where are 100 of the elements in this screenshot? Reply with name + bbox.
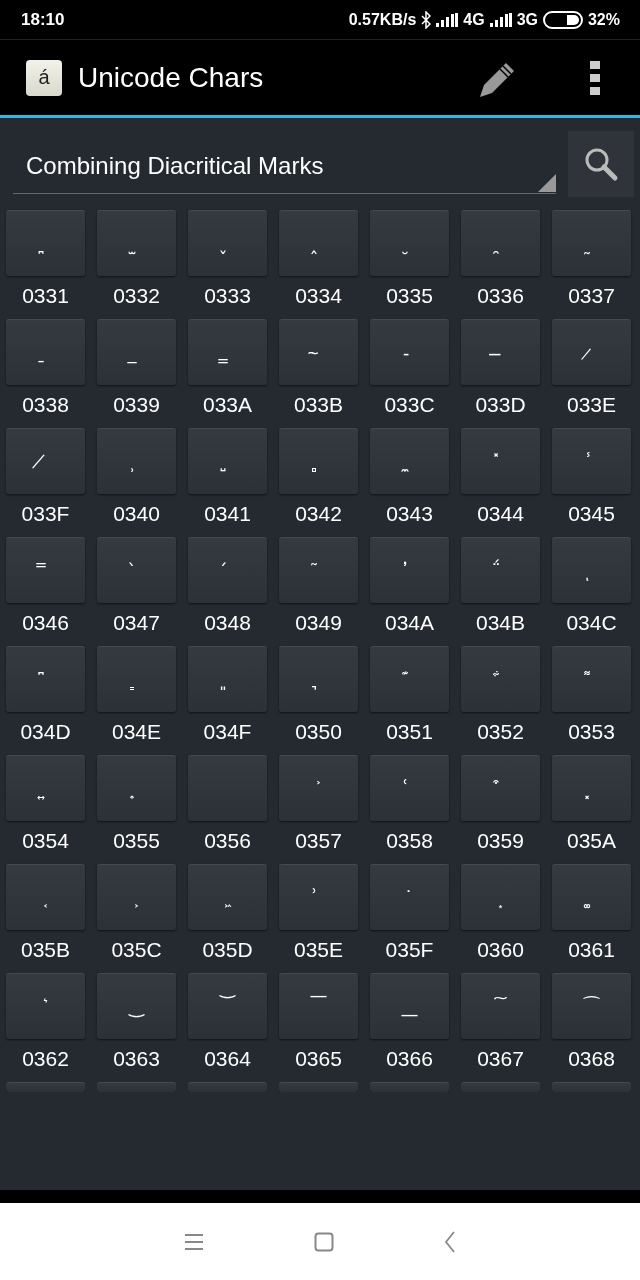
code-label: 0331 bbox=[22, 284, 69, 308]
character-key[interactable]: ͜ bbox=[97, 973, 176, 1039]
code-label: 0352 bbox=[477, 720, 524, 744]
character-key[interactable]: ͌ bbox=[552, 646, 631, 712]
character-key[interactable]: ̺ bbox=[188, 428, 267, 494]
code-label: 0368 bbox=[568, 1047, 615, 1071]
character-key[interactable]: ͍ bbox=[6, 755, 85, 821]
character-key[interactable] bbox=[97, 1082, 176, 1092]
character-key[interactable]: ͝ bbox=[188, 973, 267, 1039]
code-label: 034B bbox=[475, 611, 525, 635]
character-key[interactable] bbox=[6, 1082, 85, 1092]
back-icon[interactable] bbox=[444, 1230, 456, 1253]
more-icon[interactable] bbox=[590, 60, 600, 95]
character-key[interactable]: ̪ bbox=[6, 210, 85, 276]
character-key[interactable]: ̽ bbox=[461, 428, 540, 494]
code-label: 033F bbox=[21, 502, 70, 526]
character-key[interactable] bbox=[552, 1082, 631, 1092]
character-key[interactable]: ͈ bbox=[188, 646, 267, 712]
block-dropdown[interactable]: Combining Diacritical Marks bbox=[13, 138, 556, 194]
code-label: 0335 bbox=[386, 284, 433, 308]
character-key[interactable]: ͂ bbox=[279, 537, 358, 603]
character-key[interactable]: ̰ bbox=[552, 210, 631, 276]
code-label: 0360 bbox=[477, 938, 524, 962]
character-key[interactable]: ̾ bbox=[552, 428, 631, 494]
code-label: 033B bbox=[293, 393, 343, 417]
code-label: 035D bbox=[202, 938, 253, 962]
character-key[interactable]: ̿ bbox=[6, 537, 85, 603]
home-icon[interactable] bbox=[314, 1231, 334, 1252]
character-key[interactable] bbox=[279, 1082, 358, 1092]
code-label: 0367 bbox=[477, 1047, 524, 1071]
character-key[interactable]: ͕ bbox=[97, 864, 176, 930]
code-label: 0358 bbox=[386, 829, 433, 853]
character-key[interactable]: ͉ bbox=[279, 646, 358, 712]
character-key[interactable]: ͋ bbox=[461, 646, 540, 712]
code-label: 0354 bbox=[22, 829, 69, 853]
character-key[interactable] bbox=[461, 1082, 540, 1092]
menu-icon[interactable] bbox=[184, 1232, 204, 1251]
code-label: 0366 bbox=[386, 1047, 433, 1071]
character-key[interactable]: ̸ bbox=[6, 428, 85, 494]
character-key[interactable]: ͞ bbox=[279, 973, 358, 1039]
code-label: 0348 bbox=[204, 611, 251, 635]
character-key[interactable]: ͎ bbox=[97, 755, 176, 821]
character-key[interactable]: ̷ bbox=[552, 319, 631, 385]
character-key[interactable]: ̶ bbox=[461, 319, 540, 385]
character-key[interactable]: ̫ bbox=[97, 210, 176, 276]
character-key[interactable]: ̱ bbox=[6, 319, 85, 385]
character-key[interactable]: ́ bbox=[188, 537, 267, 603]
code-label: 0363 bbox=[113, 1047, 160, 1071]
character-key[interactable]: ̯ bbox=[461, 210, 540, 276]
character-key[interactable]: ͇ bbox=[97, 646, 176, 712]
signal-icon bbox=[436, 12, 459, 27]
search-button[interactable] bbox=[568, 131, 634, 197]
character-key[interactable]: ͛ bbox=[6, 973, 85, 1039]
character-key[interactable]: ͅ bbox=[552, 537, 631, 603]
code-label: 0347 bbox=[113, 611, 160, 635]
code-label: 035A bbox=[566, 829, 616, 853]
code-label: 0356 bbox=[204, 829, 251, 853]
character-key[interactable]: ͟ bbox=[370, 973, 449, 1039]
character-key[interactable]: ̲ bbox=[97, 319, 176, 385]
character-key[interactable]: ̈́ bbox=[461, 537, 540, 603]
code-label: 0342 bbox=[295, 502, 342, 526]
character-key[interactable]: ͓ bbox=[552, 755, 631, 821]
character-key[interactable]: ͘ bbox=[370, 864, 449, 930]
code-label: 033E bbox=[566, 393, 616, 417]
code-label: 0341 bbox=[204, 502, 251, 526]
character-key[interactable]: ̵ bbox=[370, 319, 449, 385]
character-key[interactable]: ͙ bbox=[461, 864, 540, 930]
character-key[interactable]: ̀ bbox=[97, 537, 176, 603]
code-label: 0336 bbox=[477, 284, 524, 308]
character-key[interactable] bbox=[370, 1082, 449, 1092]
character-key[interactable]: ̬ bbox=[188, 210, 267, 276]
character-key[interactable]: ̴ bbox=[279, 319, 358, 385]
character-key[interactable] bbox=[188, 755, 267, 821]
character-key[interactable]: ̼ bbox=[370, 428, 449, 494]
character-key[interactable]: ͆ bbox=[6, 646, 85, 712]
network-type: 3G bbox=[516, 10, 538, 29]
character-key[interactable]: ̻ bbox=[279, 428, 358, 494]
character-key[interactable]: ̭ bbox=[279, 210, 358, 276]
character-key[interactable]: ͡ bbox=[552, 973, 631, 1039]
code-label: 0350 bbox=[295, 720, 342, 744]
battery-icon bbox=[542, 10, 583, 29]
character-key[interactable]: ̮ bbox=[370, 210, 449, 276]
character-key[interactable]: ͒ bbox=[461, 755, 540, 821]
dropdown-corner-icon bbox=[538, 173, 556, 192]
character-key[interactable]: ͑ bbox=[370, 755, 449, 821]
character-key[interactable]: ͠ bbox=[461, 973, 540, 1039]
character-key[interactable]: ͐ bbox=[279, 755, 358, 821]
character-key[interactable]: ͚ bbox=[552, 864, 631, 930]
character-key[interactable]: ͗ bbox=[279, 864, 358, 930]
character-key[interactable]: ͔ bbox=[6, 864, 85, 930]
character-key[interactable]: ̓ bbox=[370, 537, 449, 603]
character-key[interactable]: ̹ bbox=[97, 428, 176, 494]
character-key[interactable]: ̳ bbox=[188, 319, 267, 385]
character-key[interactable]: ͖ bbox=[188, 864, 267, 930]
character-key[interactable] bbox=[188, 1082, 267, 1092]
app-logo: á bbox=[26, 59, 62, 96]
character-key[interactable]: ͊ bbox=[370, 646, 449, 712]
code-label: 0343 bbox=[386, 502, 433, 526]
code-label: 0332 bbox=[113, 284, 160, 308]
code-label: 0365 bbox=[295, 1047, 342, 1071]
